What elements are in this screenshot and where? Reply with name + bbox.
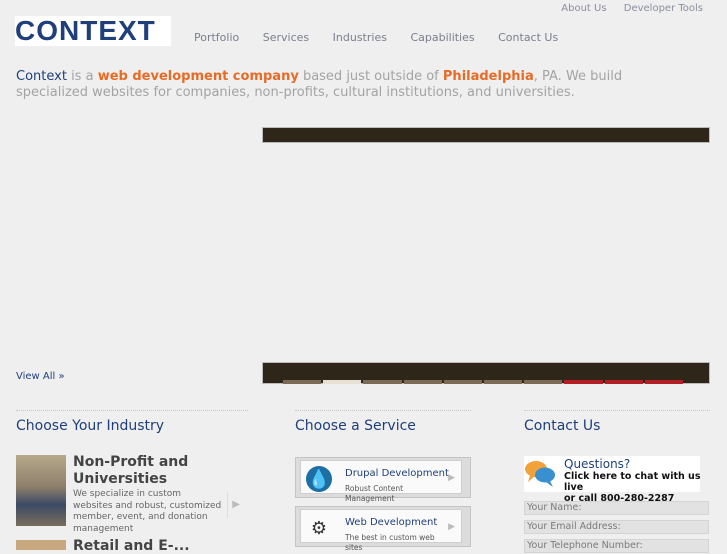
slideshow-top-frame [262, 127, 710, 143]
chat-description: Click here to chat with us live or call … [564, 471, 704, 504]
slide-thumb[interactable] [564, 380, 603, 384]
view-all-link[interactable]: View All » [16, 371, 65, 382]
nav-portfolio[interactable]: Portfolio [194, 31, 239, 44]
intro-highlight-philadelphia: Philadelphia [442, 69, 534, 84]
service-title: Web Development [345, 517, 438, 528]
service-section-title: Choose a Service [295, 418, 416, 434]
intro-brand: Context [16, 69, 67, 84]
intro-text-part1: is a [66, 69, 98, 84]
section-divider [524, 410, 710, 412]
name-field[interactable]: Your Name: [524, 501, 709, 515]
chat-title: Questions? [564, 457, 631, 471]
service-subtitle: Robust Content Management [345, 484, 404, 503]
industry-section-title: Choose Your Industry [16, 418, 165, 434]
gear-icon: ⚙ [310, 517, 328, 539]
service-card-web-dev[interactable]: ⚙ Web Development The best in custom web… [295, 506, 471, 552]
service-title: Drupal Development [345, 468, 449, 479]
service-subtitle: The best in custom web sites [345, 533, 435, 552]
slideshow-thumbnails [283, 380, 685, 384]
nav-capabilities[interactable]: Capabilities [410, 31, 474, 44]
live-chat-banner[interactable]: Questions? Click here to chat with us li… [524, 456, 700, 504]
intro-text-part2: based just outside of [298, 69, 443, 84]
slide-thumb[interactable] [403, 380, 442, 384]
industry-photo[interactable] [16, 540, 66, 550]
logo-text: CONTEXT [15, 15, 156, 46]
chevron-right-icon: ▶ [448, 473, 455, 483]
drupal-icon: 💧 [306, 466, 332, 492]
utility-nav: About Us Developer Tools [547, 3, 703, 14]
nav-services[interactable]: Services [263, 31, 309, 44]
industry-title-next[interactable]: Retail and E-... [73, 538, 190, 554]
slide-thumb[interactable] [524, 380, 563, 384]
email-field[interactable]: Your Email Address: [524, 520, 709, 534]
slide-thumb[interactable] [484, 380, 523, 384]
utility-link-about-us[interactable]: About Us [561, 3, 606, 14]
slide-thumb-active[interactable] [323, 380, 362, 384]
service-card-inner: 💧 Drupal Development Robust Content Mana… [300, 460, 462, 503]
slide-thumb[interactable] [604, 380, 643, 384]
contact-section-title: Contact Us [524, 418, 601, 434]
intro-text: Context is a web development company bas… [16, 69, 666, 101]
service-card-inner: ⚙ Web Development The best in custom web… [300, 509, 462, 552]
chevron-right-icon[interactable]: ▶ [227, 492, 240, 518]
slide-thumb[interactable] [443, 380, 483, 384]
section-divider [295, 410, 471, 412]
nav-contact-us[interactable]: Contact Us [498, 31, 558, 44]
main-nav: Portfolio Services Industries Capabiliti… [194, 31, 578, 44]
utility-link-developer-tools[interactable]: Developer Tools [624, 3, 703, 14]
service-card-drupal[interactable]: 💧 Drupal Development Robust Content Mana… [295, 457, 471, 503]
section-divider [16, 410, 248, 412]
slide-thumb[interactable] [644, 380, 684, 384]
intro-highlight-web-dev: web development company [97, 69, 299, 84]
logo[interactable]: CONTEXT [15, 16, 171, 46]
industry-title[interactable]: Non-Profit and Universities [73, 454, 223, 488]
phone-field[interactable]: Your Telephone Number: [524, 539, 709, 553]
nav-industries[interactable]: Industries [333, 31, 387, 44]
industry-photo[interactable] [16, 455, 66, 526]
chat-line-1: Click here to chat with us live [564, 471, 701, 493]
chevron-right-icon: ▶ [448, 522, 455, 532]
chat-bubbles-icon [525, 461, 555, 487]
industry-description: We specialize in custom websites and rob… [73, 489, 222, 534]
slide-thumb[interactable] [363, 380, 402, 384]
slideshow-bottom-frame [262, 362, 710, 384]
slide-thumb[interactable] [283, 380, 322, 384]
